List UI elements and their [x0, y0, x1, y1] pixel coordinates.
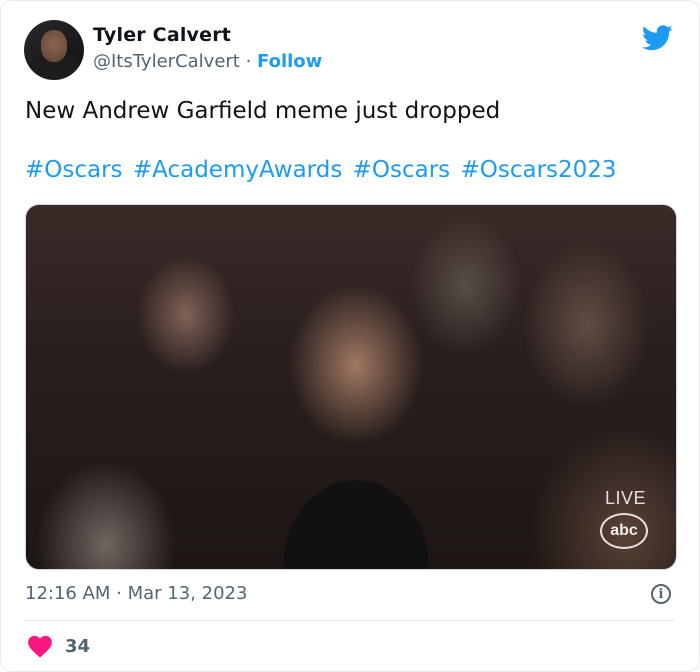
hashtag-link[interactable]: #AcademyAwards — [133, 157, 342, 183]
hashtag-link[interactable]: #Oscars — [25, 157, 123, 183]
author-handle[interactable]: @ItsTylerCalvert — [93, 51, 240, 72]
handle-separator: · — [239, 51, 258, 72]
info-icon[interactable]: i — [651, 584, 671, 604]
twitter-bird-icon[interactable] — [642, 25, 673, 51]
abc-logo: abc — [600, 513, 648, 549]
avatar[interactable] — [24, 20, 84, 80]
live-label: LIVE — [604, 488, 646, 508]
heart-icon[interactable] — [27, 634, 53, 658]
author-handle-row: @ItsTylerCalvert · Follow — [93, 51, 322, 72]
tweet-media-image[interactable]: LIVE abc — [25, 204, 677, 570]
hashtag-row: #Oscars #AcademyAwards #Oscars #Oscars20… — [25, 156, 620, 184]
timestamp[interactable]: 12:16 AM · Mar 13, 2023 — [25, 583, 247, 604]
meta-separator: · — [110, 583, 128, 604]
hashtag-link[interactable]: #Oscars2023 — [460, 157, 616, 183]
hashtag-link[interactable]: #Oscars — [353, 157, 451, 183]
tweet-time: 12:16 AM — [25, 583, 111, 604]
author-name[interactable]: Tyler Calvert — [93, 24, 231, 46]
tweet-card: Tyler Calvert @ItsTylerCalvert · Follow … — [0, 0, 700, 672]
tweet-text: New Andrew Garfield meme just dropped — [25, 98, 501, 124]
tweet-date: Mar 13, 2023 — [127, 583, 248, 604]
divider — [25, 620, 675, 621]
follow-button[interactable]: Follow — [257, 51, 322, 72]
like-count[interactable]: 34 — [65, 636, 90, 657]
